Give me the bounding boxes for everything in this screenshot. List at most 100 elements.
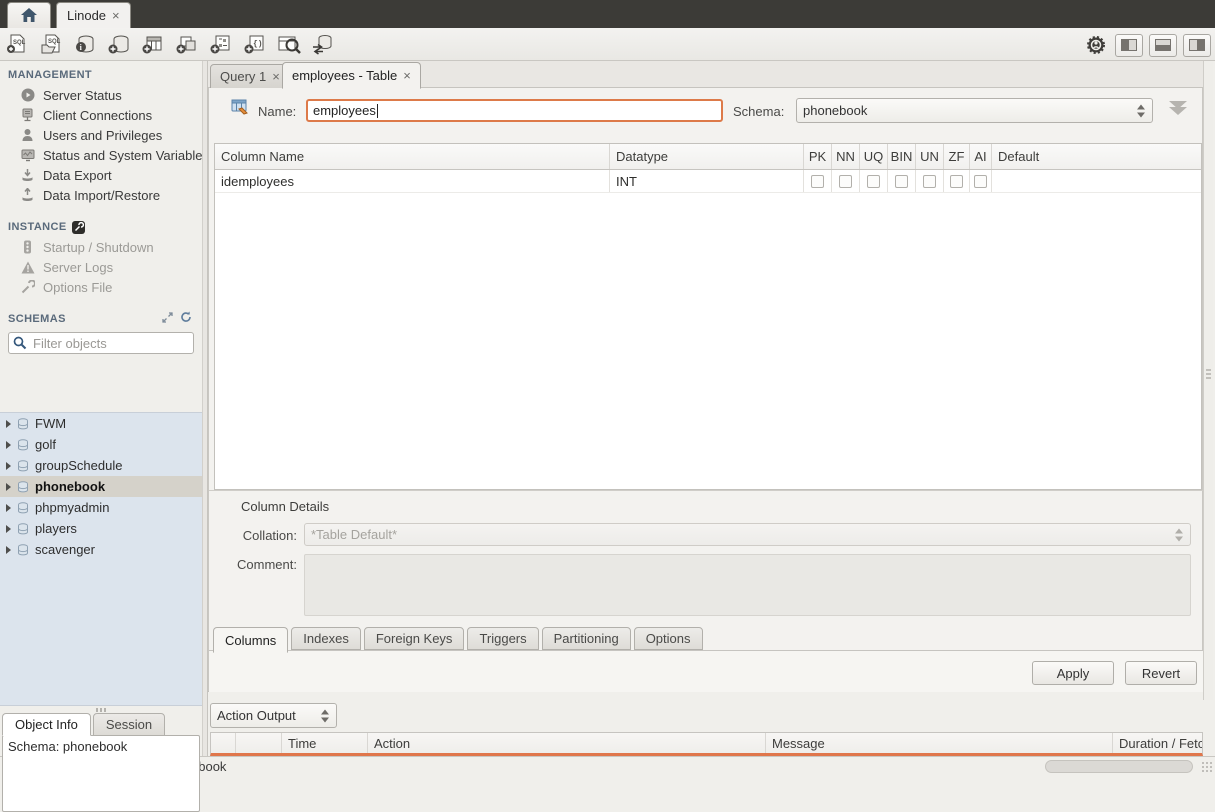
subtab-options[interactable]: Options (634, 627, 703, 650)
cell-column-name[interactable]: idemployees (215, 170, 609, 192)
create-function-icon[interactable]: {) (242, 31, 268, 57)
admin-gear-icon[interactable] (1083, 32, 1109, 58)
output-header-time[interactable]: Time (281, 733, 367, 753)
schema-row-scavenger[interactable]: scavenger (0, 539, 202, 560)
create-table-icon[interactable] (140, 31, 166, 57)
col-header-datatype[interactable]: Datatype (609, 144, 803, 169)
output-header-blank1[interactable] (211, 733, 235, 753)
sidebar-item-startup-shutdown[interactable]: Startup / Shutdown (0, 237, 202, 257)
ai-checkbox[interactable] (974, 175, 987, 188)
output-header-message[interactable]: Message (765, 733, 1112, 753)
expander-icon[interactable] (6, 483, 11, 491)
output-header-duration[interactable]: Duration / Fetch (1112, 733, 1202, 753)
expander-icon[interactable] (6, 441, 11, 449)
create-schema-icon[interactable] (106, 31, 132, 57)
subtab-columns[interactable]: Columns (213, 627, 288, 653)
schema-row-groupschedule[interactable]: groupSchedule (0, 455, 202, 476)
close-icon[interactable]: × (112, 9, 120, 22)
output-header-action[interactable]: Action (367, 733, 765, 753)
col-header-column-name[interactable]: Column Name (215, 144, 609, 169)
expander-icon[interactable] (6, 462, 11, 470)
create-view-icon[interactable] (174, 31, 200, 57)
collation-dropdown[interactable]: *Table Default* (304, 523, 1191, 546)
cell-default[interactable] (991, 170, 1201, 192)
revert-button[interactable]: Revert (1125, 661, 1197, 685)
tab-query-1[interactable]: Query 1 × (210, 64, 290, 89)
chevron-down-icon (1169, 107, 1187, 115)
name-label: Name: (258, 104, 296, 119)
sidebar-item-client-connections[interactable]: Client Connections (0, 105, 202, 125)
sidebar-item-status-variables[interactable]: Status and System Variables (0, 145, 202, 165)
schema-row-players[interactable]: players (0, 518, 202, 539)
sidebar-item-server-logs[interactable]: Server Logs (0, 257, 202, 277)
collapse-header-button[interactable] (1165, 99, 1191, 123)
wrench-icon (20, 280, 35, 295)
schema-dropdown[interactable]: phonebook (796, 98, 1153, 123)
sidebar-item-data-export[interactable]: Data Export (0, 165, 202, 185)
col-header-ai[interactable]: AI (969, 144, 991, 169)
subtab-triggers[interactable]: Triggers (467, 627, 538, 650)
sidebar-item-options-file[interactable]: Options File (0, 277, 202, 297)
close-icon[interactable]: × (403, 69, 411, 82)
schema-row-phonebook[interactable]: phonebook (0, 476, 202, 497)
col-header-nn[interactable]: NN (831, 144, 859, 169)
expander-icon[interactable] (6, 504, 11, 512)
col-header-bin[interactable]: BIN (887, 144, 915, 169)
right-panel-splitter[interactable] (1203, 61, 1213, 756)
col-header-un[interactable]: UN (915, 144, 943, 169)
new-sql-tab-icon[interactable]: SQL (4, 31, 30, 57)
nn-checkbox[interactable] (839, 175, 852, 188)
pk-checkbox[interactable] (811, 175, 824, 188)
tab-object-info[interactable]: Object Info (2, 713, 91, 736)
resize-grip-icon[interactable] (1201, 761, 1213, 773)
zf-checkbox[interactable] (950, 175, 963, 188)
cell-uq (859, 170, 887, 192)
table-row[interactable]: idemployees INT (215, 170, 1201, 193)
search-table-data-icon[interactable] (276, 31, 302, 57)
sidebar-item-label: Server Status (43, 88, 122, 103)
db-info-icon[interactable]: i (72, 31, 98, 57)
close-icon[interactable]: × (272, 70, 280, 83)
comment-textarea[interactable] (304, 554, 1191, 616)
schema-row-phpmyadmin[interactable]: phpmyadmin (0, 497, 202, 518)
expander-icon[interactable] (6, 420, 11, 428)
connection-tab[interactable]: Linode × (56, 2, 131, 28)
home-tab[interactable] (7, 2, 51, 28)
output-header-blank2[interactable] (235, 733, 281, 753)
refresh-schemas-icon[interactable] (180, 311, 192, 323)
toggle-right-panel-button[interactable] (1183, 34, 1211, 57)
subtab-indexes[interactable]: Indexes (291, 627, 361, 650)
uq-checkbox[interactable] (867, 175, 880, 188)
open-sql-script-icon[interactable]: SQL (38, 31, 64, 57)
reconnect-dbms-icon[interactable] (310, 31, 336, 57)
tab-employees-table[interactable]: employees - Table × (282, 62, 421, 89)
schema-row-fwm[interactable]: FWM (0, 413, 202, 434)
output-selector-dropdown[interactable]: Action Output (210, 703, 337, 728)
sidebar-item-server-status[interactable]: Server Status (0, 85, 202, 105)
warning-triangle-icon (20, 260, 35, 275)
create-procedure-icon[interactable] (208, 31, 234, 57)
col-header-uq[interactable]: UQ (859, 144, 887, 169)
table-name-input[interactable]: employees (306, 99, 723, 122)
sidebar-item-data-import[interactable]: Data Import/Restore (0, 185, 202, 205)
output-table-header: Time Action Message Duration / Fetch (210, 732, 1203, 756)
toggle-left-panel-button[interactable] (1115, 34, 1143, 57)
subtab-partitioning[interactable]: Partitioning (542, 627, 631, 650)
tab-session[interactable]: Session (93, 713, 165, 736)
expander-icon[interactable] (6, 546, 11, 554)
col-header-default[interactable]: Default (991, 144, 1201, 169)
apply-button[interactable]: Apply (1032, 661, 1114, 685)
un-checkbox[interactable] (923, 175, 936, 188)
sidebar-splitter-handle[interactable] (0, 706, 202, 713)
filter-objects-input[interactable] (8, 332, 194, 354)
expand-schemas-icon[interactable] (162, 312, 173, 323)
bin-checkbox[interactable] (895, 175, 908, 188)
toggle-bottom-panel-button[interactable] (1149, 34, 1177, 57)
schema-row-golf[interactable]: golf (0, 434, 202, 455)
expander-icon[interactable] (6, 525, 11, 533)
cell-datatype[interactable]: INT (609, 170, 803, 192)
col-header-zf[interactable]: ZF (943, 144, 969, 169)
col-header-pk[interactable]: PK (803, 144, 831, 169)
subtab-foreign-keys[interactable]: Foreign Keys (364, 627, 465, 650)
sidebar-item-users-privileges[interactable]: Users and Privileges (0, 125, 202, 145)
